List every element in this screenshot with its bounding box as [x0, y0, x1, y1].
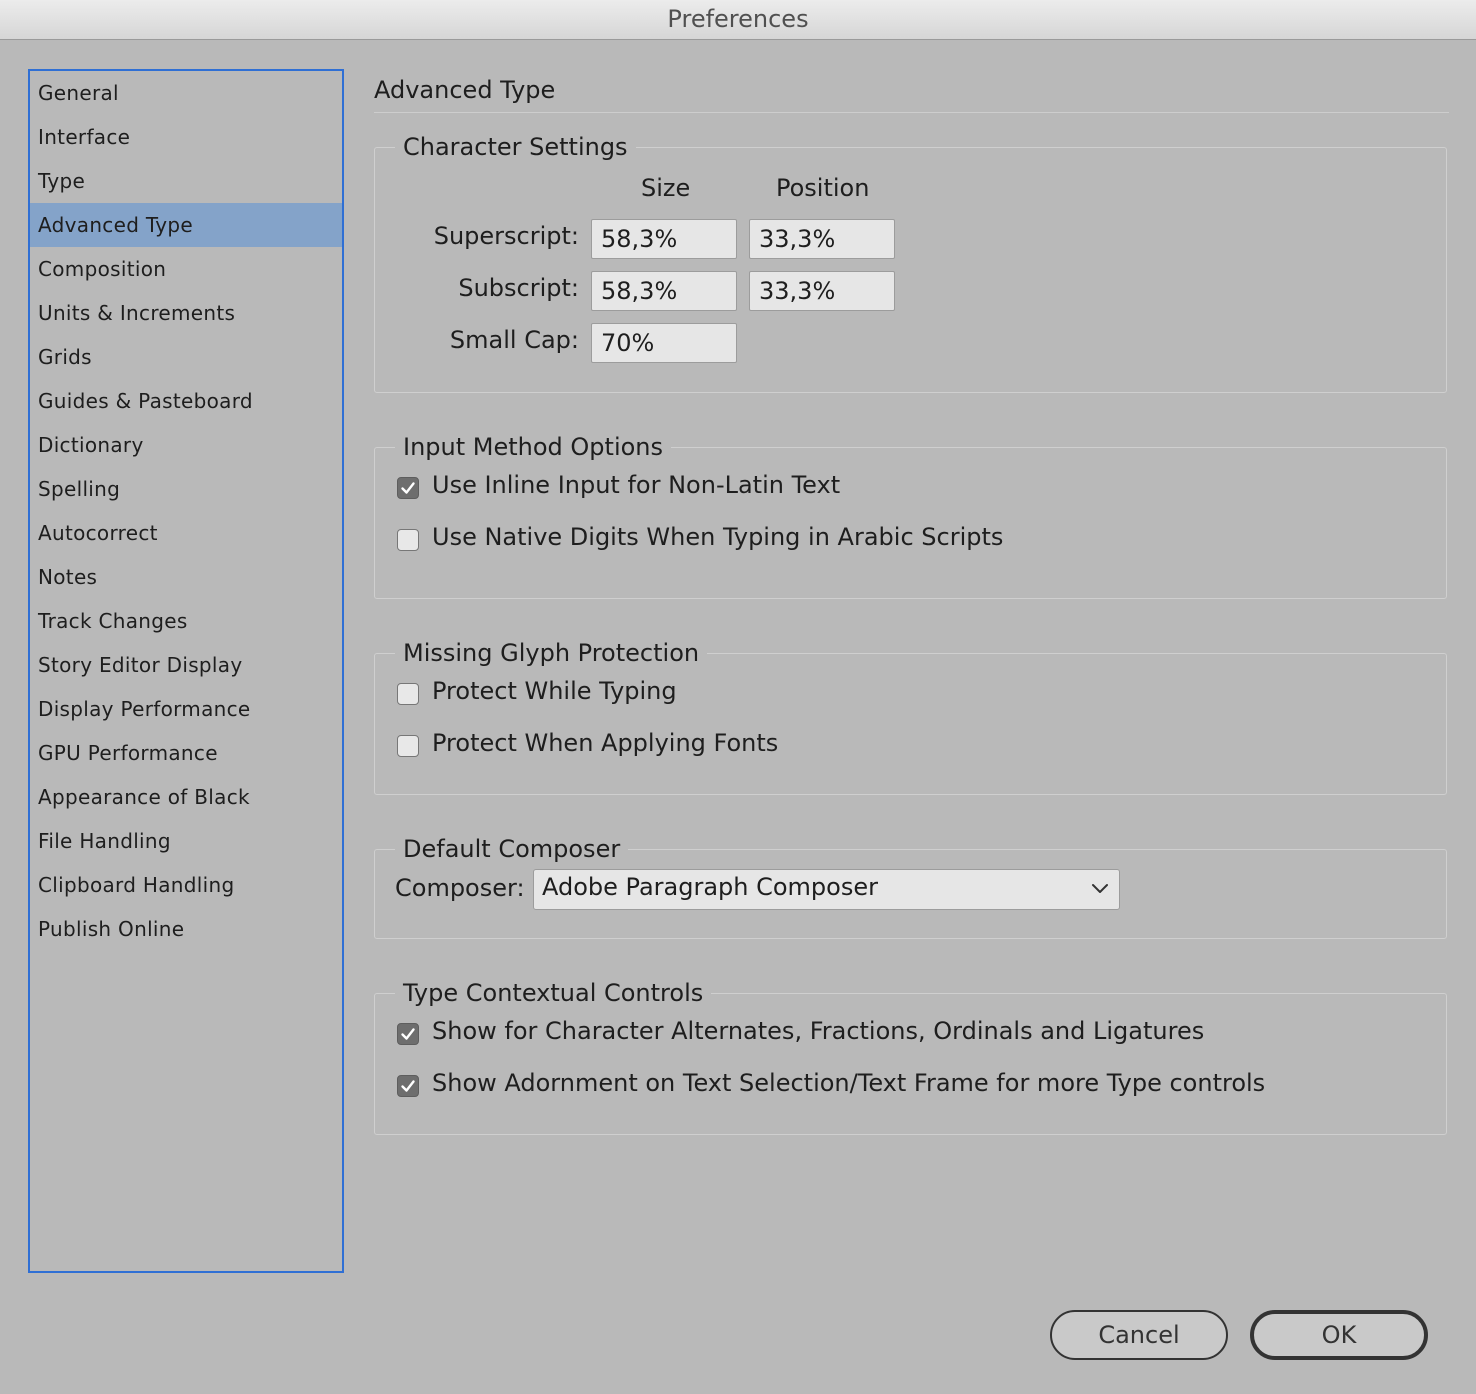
protect-applying-fonts-label: Protect When Applying Fonts — [432, 729, 779, 757]
title-divider — [374, 112, 1449, 113]
subscript-position-field[interactable] — [749, 271, 895, 311]
superscript-label: Superscript: — [433, 222, 579, 250]
superscript-position-field[interactable] — [749, 219, 895, 259]
sidebar-item-display-performance[interactable]: Display Performance — [30, 687, 342, 731]
type-contextual-controls-legend: Type Contextual Controls — [395, 975, 712, 1011]
page-title: Advanced Type — [374, 76, 556, 104]
sidebar-item-clipboard-handling[interactable]: Clipboard Handling — [30, 863, 342, 907]
sidebar-item-guides-pasteboard[interactable]: Guides & Pasteboard — [30, 379, 342, 423]
adornment-checkbox[interactable] — [397, 1075, 419, 1097]
subscript-size-field[interactable] — [591, 271, 737, 311]
native-digits-label: Use Native Digits When Typing in Arabic … — [432, 523, 1004, 551]
character-settings-group: Character Settings Size Position Supersc… — [374, 129, 1447, 393]
sidebar-item-interface[interactable]: Interface — [30, 115, 342, 159]
missing-glyph-protection-legend: Missing Glyph Protection — [395, 635, 708, 671]
sidebar-item-spelling[interactable]: Spelling — [30, 467, 342, 511]
sidebar-item-composition[interactable]: Composition — [30, 247, 342, 291]
sidebar-item-notes[interactable]: Notes — [30, 555, 342, 599]
sidebar-item-story-editor-display[interactable]: Story Editor Display — [30, 643, 342, 687]
character-alternates-label: Show for Character Alternates, Fractions… — [432, 1017, 1205, 1045]
input-method-options-legend: Input Method Options — [395, 429, 672, 465]
preferences-category-list[interactable]: General Interface Type Advanced Type Com… — [28, 69, 344, 1273]
sidebar-item-track-changes[interactable]: Track Changes — [30, 599, 342, 643]
input-method-options-group: Input Method Options Use Inline Input fo… — [374, 429, 1447, 599]
small-cap-size-field[interactable] — [591, 323, 737, 363]
adornment-label: Show Adornment on Text Selection/Text Fr… — [432, 1069, 1266, 1097]
composer-label: Composer: — [395, 874, 525, 902]
sidebar-item-type[interactable]: Type — [30, 159, 342, 203]
protect-while-typing-checkbox[interactable] — [397, 683, 419, 705]
native-digits-checkbox[interactable] — [397, 529, 419, 551]
small-cap-label: Small Cap: — [449, 326, 579, 354]
character-settings-legend: Character Settings — [395, 129, 636, 165]
protect-while-typing-label: Protect While Typing — [432, 677, 677, 705]
subscript-label: Subscript: — [458, 274, 579, 302]
sidebar-item-advanced-type[interactable]: Advanced Type — [30, 203, 342, 247]
sidebar-item-dictionary[interactable]: Dictionary — [30, 423, 342, 467]
sidebar-item-units-increments[interactable]: Units & Increments — [30, 291, 342, 335]
sidebar-item-gpu-performance[interactable]: GPU Performance — [30, 731, 342, 775]
default-composer-group: Default Composer Composer: Adobe Paragra… — [374, 831, 1447, 939]
sidebar-item-grids[interactable]: Grids — [30, 335, 342, 379]
inline-input-label: Use Inline Input for Non-Latin Text — [432, 471, 841, 499]
inline-input-checkbox[interactable] — [397, 477, 419, 499]
chevron-down-icon — [1092, 884, 1108, 893]
protect-applying-fonts-checkbox[interactable] — [397, 735, 419, 757]
superscript-size-field[interactable] — [591, 219, 737, 259]
sidebar-item-file-handling[interactable]: File Handling — [30, 819, 342, 863]
checkmark-icon — [401, 482, 415, 494]
checkmark-icon — [401, 1028, 415, 1040]
size-column-header: Size — [641, 174, 691, 202]
window-title-bar: Preferences — [0, 0, 1476, 40]
type-contextual-controls-group: Type Contextual Controls Show for Charac… — [374, 975, 1447, 1135]
default-composer-legend: Default Composer — [395, 831, 629, 867]
position-column-header: Position — [776, 174, 870, 202]
composer-select[interactable]: Adobe Paragraph Composer — [533, 869, 1120, 910]
sidebar-item-appearance-of-black[interactable]: Appearance of Black — [30, 775, 342, 819]
sidebar-item-publish-online[interactable]: Publish Online — [30, 907, 342, 951]
character-alternates-checkbox[interactable] — [397, 1023, 419, 1045]
sidebar-item-general[interactable]: General — [30, 71, 342, 115]
cancel-button[interactable]: Cancel — [1050, 1310, 1228, 1360]
missing-glyph-protection-group: Missing Glyph Protection Protect While T… — [374, 635, 1447, 795]
composer-select-value: Adobe Paragraph Composer — [542, 873, 878, 901]
checkmark-icon — [401, 1080, 415, 1092]
window-title: Preferences — [667, 5, 809, 33]
sidebar-item-autocorrect[interactable]: Autocorrect — [30, 511, 342, 555]
ok-button[interactable]: OK — [1250, 1310, 1428, 1360]
